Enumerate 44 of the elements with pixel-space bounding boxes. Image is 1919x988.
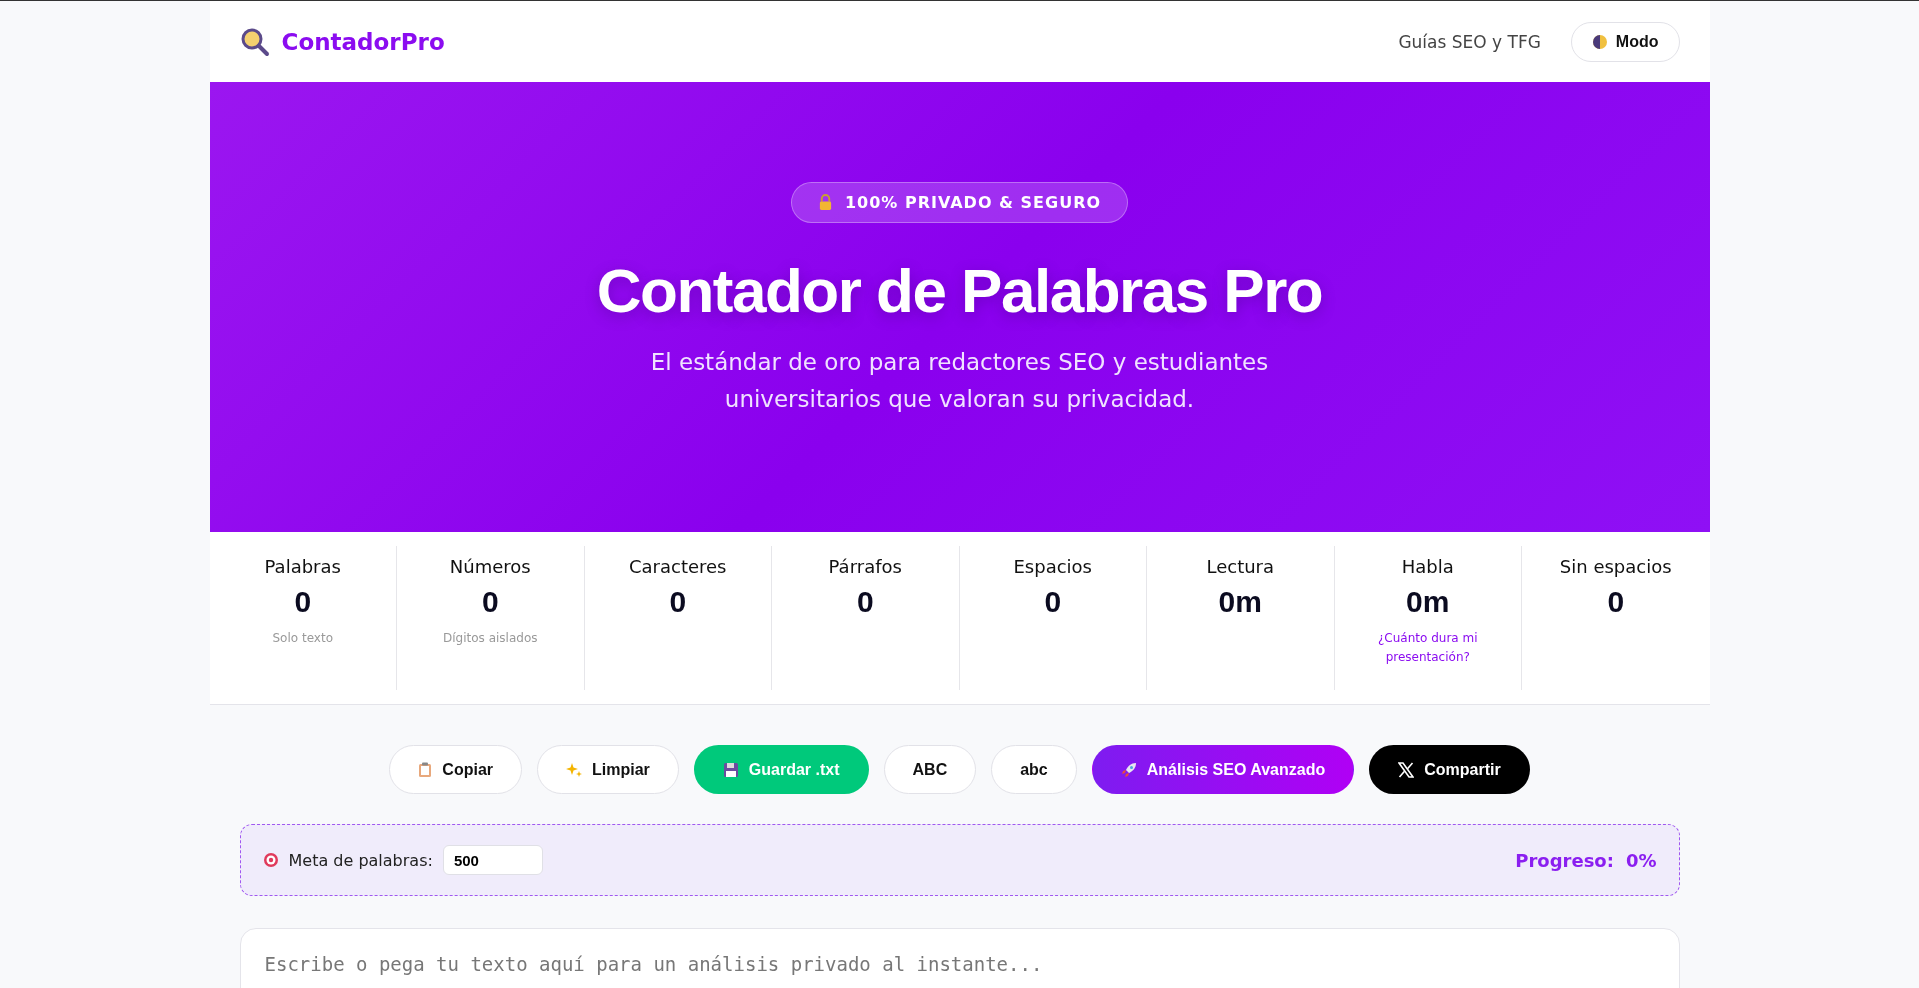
x-logo-icon — [1398, 761, 1415, 778]
goal-label: Meta de palabras: — [288, 850, 433, 870]
lock-icon — [817, 194, 833, 211]
progress-value: 0% — [1625, 849, 1657, 871]
goal-input[interactable]: 500 — [442, 845, 543, 875]
stat-value: 0m — [1406, 585, 1450, 619]
action-button[interactable]: Análisis SEO Avanzado — [1091, 745, 1355, 794]
stat-label: Lectura — [1206, 556, 1275, 577]
rocket-icon — [1120, 761, 1137, 778]
stat-value: 0 — [294, 585, 312, 619]
nav-link[interactable]: Guías SEO y TFG — [1398, 31, 1541, 52]
privacy-badge: 100% PRIVADO & SEGURO — [790, 182, 1129, 223]
sparkles-icon — [566, 761, 583, 778]
stat-label: Números — [449, 556, 531, 577]
stat-label: Palabras — [264, 556, 341, 577]
hero-subtitle: El estándar de oro para redactores SEO y estudiantes universitarios que valoran su privacidad. — [649, 348, 1270, 414]
action-button[interactable]: abc — [991, 745, 1077, 794]
action-button[interactable]: Compartir — [1369, 745, 1530, 794]
action-button[interactable]: Limpiar — [537, 745, 679, 794]
stat-value: 0 — [856, 585, 874, 619]
stat-value: 0 — [481, 585, 499, 619]
hero-title: Contador de Palabras Pro — [596, 255, 1323, 326]
mode-button[interactable]: Modo — [1570, 21, 1680, 62]
stat-value: 0m — [1218, 585, 1262, 619]
stat-value: 0 — [1044, 585, 1062, 619]
stat-value: 0 — [1607, 585, 1625, 619]
brand-name[interactable]: ContadorPro — [281, 28, 445, 55]
text-editor[interactable]: Escribe o pega tu texto aquí para un análisis privado al instante... — [239, 928, 1680, 988]
stat-help-link[interactable]: ¿Cuánto dura mi presentación? — [1362, 629, 1493, 668]
stat-label: Espacios — [1013, 556, 1092, 577]
magnifier-logo-icon — [239, 26, 270, 57]
stat-note: Dígitos aislados — [442, 630, 539, 647]
stat-label: Habla — [1401, 556, 1454, 577]
stat-note: Solo texto — [271, 630, 334, 647]
stat-value: 0 — [669, 585, 687, 619]
progress-label: Progreso: — [1515, 849, 1614, 871]
target-icon — [262, 852, 279, 868]
action-button[interactable]: Copiar — [389, 745, 523, 794]
clipboard-icon — [418, 761, 433, 778]
stat-label: Párrafos — [828, 556, 902, 577]
half-moon-icon — [1591, 33, 1608, 50]
stat-label: Sin espacios — [1559, 556, 1672, 577]
action-button[interactable]: ABC — [883, 745, 977, 794]
stat-label: Caracteres — [629, 556, 727, 577]
